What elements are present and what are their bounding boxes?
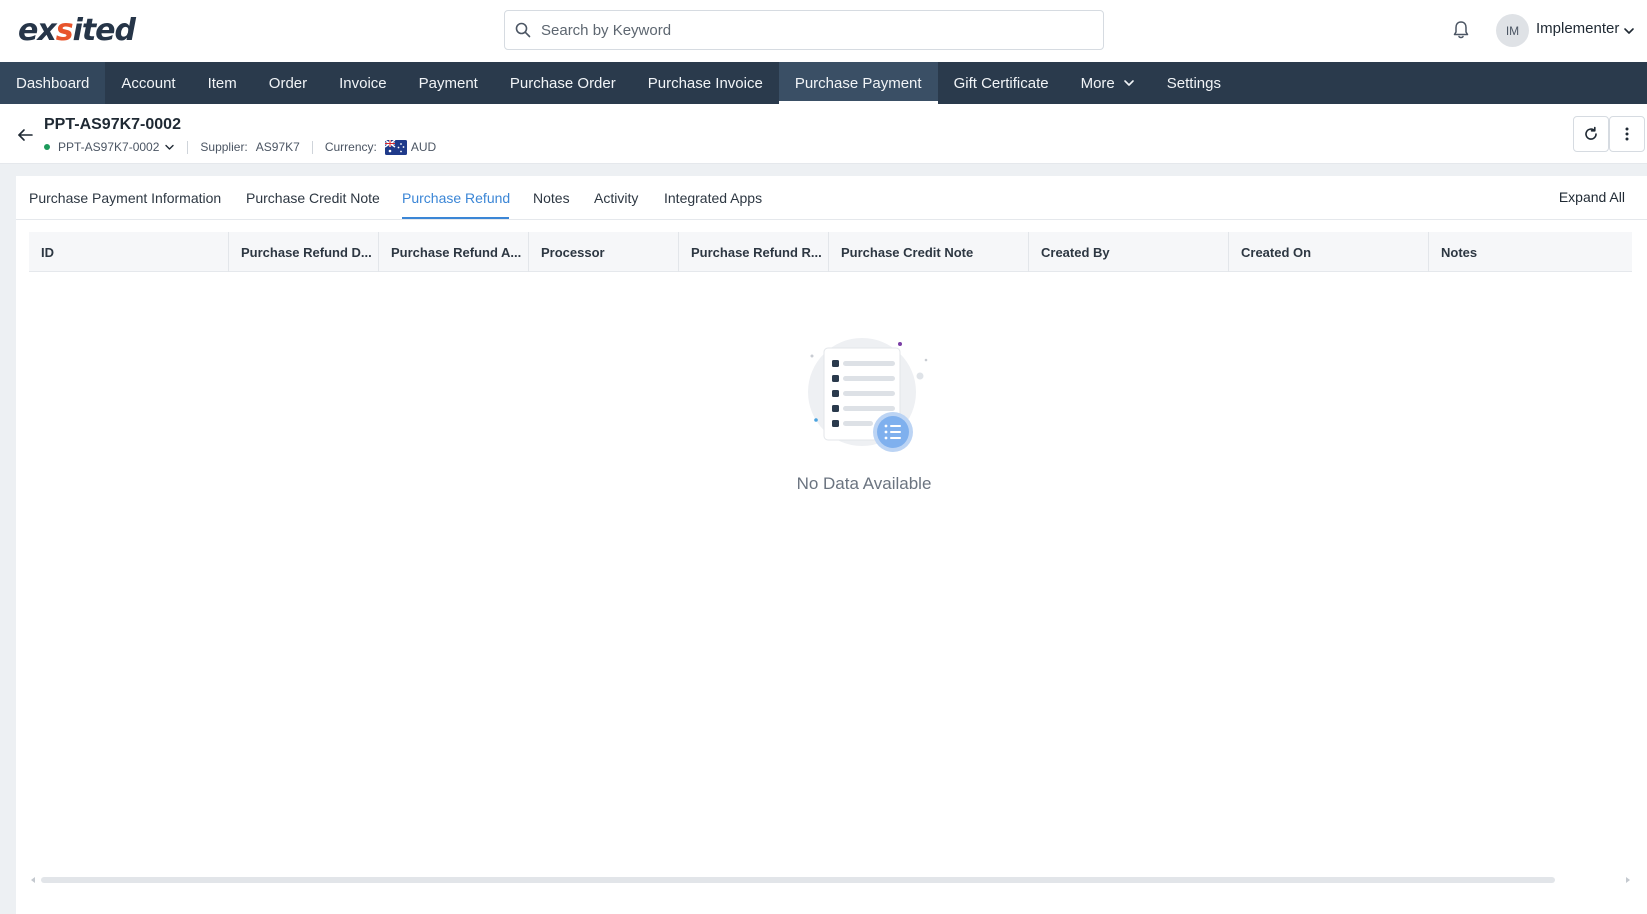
tab-notes[interactable]: Notes [533, 190, 570, 206]
nav-item-gift-certificate[interactable]: Gift Certificate [938, 62, 1065, 104]
user-avatar[interactable]: IM [1496, 14, 1529, 47]
record-meta: PPT-AS97K7-0002 Supplier: AS97K7 Currenc… [44, 138, 436, 156]
kebab-menu-icon [1625, 127, 1629, 141]
nav-item-label: Payment [418, 74, 478, 92]
nav-item-more[interactable]: More [1065, 62, 1151, 104]
nav-item-invoice[interactable]: Invoice [323, 62, 403, 104]
empty-state-message: No Data Available [796, 474, 932, 493]
record-tabs: Purchase Payment Information Purchase Cr… [16, 176, 1647, 220]
main-navigation: Dashboard Account Item Order Invoice Pay… [0, 62, 1647, 104]
scroll-left-arrow-icon[interactable] [29, 876, 37, 884]
status-dot [44, 144, 50, 150]
search-box[interactable] [504, 10, 1104, 50]
nav-item-dashboard[interactable]: Dashboard [0, 62, 106, 104]
more-options-button[interactable] [1609, 116, 1645, 152]
nav-item-item[interactable]: Item [192, 62, 253, 104]
empty-list-illustration-icon [808, 338, 928, 452]
search-icon [515, 22, 531, 38]
tab-integrated-apps[interactable]: Integrated Apps [664, 190, 762, 206]
column-header-purchase-credit-note[interactable]: Purchase Credit Note [829, 232, 1029, 272]
column-header-notes[interactable]: Notes [1429, 232, 1632, 272]
content-gutter [0, 164, 16, 914]
nav-item-label: Purchase Order [509, 74, 616, 92]
currency-label: Currency: [324, 140, 377, 154]
search-input[interactable] [541, 21, 1081, 39]
nav-item-label: Dashboard [16, 74, 90, 92]
tab-purchase-credit-note[interactable]: Purchase Credit Note [246, 190, 380, 206]
horizontal-scrollbar[interactable] [29, 874, 1632, 886]
nav-item-label: Item [207, 74, 237, 92]
currency-value: AUD [410, 140, 437, 154]
nav-item-label: Account [121, 74, 176, 92]
nav-item-payment[interactable]: Payment [403, 62, 494, 104]
refresh-button[interactable] [1573, 116, 1609, 152]
divider [187, 140, 189, 154]
back-arrow-icon[interactable] [16, 126, 34, 144]
tab-purchase-payment-information[interactable]: Purchase Payment Information [29, 190, 221, 206]
user-name[interactable]: Implementer [1536, 20, 1619, 37]
nav-item-settings[interactable]: Settings [1151, 62, 1237, 104]
nav-item-label: Invoice [339, 74, 387, 92]
chevron-down-icon[interactable] [164, 142, 175, 153]
column-header-processor[interactable]: Processor [529, 232, 679, 272]
tab-activity[interactable]: Activity [594, 190, 638, 206]
logo-text-part: ited [72, 12, 136, 48]
nav-item-order[interactable]: Order [253, 62, 323, 104]
nav-item-purchase-payment[interactable]: Purchase Payment [778, 62, 938, 104]
divider [311, 140, 313, 154]
nav-item-label: Purchase Invoice [647, 74, 763, 92]
column-header-refund-date[interactable]: Purchase Refund D... [229, 232, 379, 272]
column-header-created-on[interactable]: Created On [1229, 232, 1429, 272]
nav-item-account[interactable]: Account [105, 62, 191, 104]
column-header-refund-reference[interactable]: Purchase Refund R... [679, 232, 829, 272]
column-header-created-by[interactable]: Created By [1029, 232, 1229, 272]
nav-item-purchase-invoice[interactable]: Purchase Invoice [632, 62, 779, 104]
tab-purchase-refund[interactable]: Purchase Refund [402, 190, 510, 206]
notification-bell-icon[interactable] [1450, 19, 1472, 41]
page-title: PPT-AS97K7-0002 [44, 116, 181, 133]
australia-flag-icon [384, 139, 407, 155]
supplier-value: AS97K7 [255, 140, 300, 154]
logo-text-accent: s [55, 12, 74, 48]
nav-item-label: Order [268, 74, 308, 92]
top-header: exsited IM Implementer [0, 0, 1647, 62]
scroll-right-arrow-icon[interactable] [1624, 876, 1632, 884]
nav-item-label: Purchase Payment [794, 74, 922, 92]
expand-all-button[interactable]: Expand All [1559, 189, 1625, 205]
record-header: PPT-AS97K7-0002 PPT-AS97K7-0002 Supplier… [0, 104, 1647, 164]
table-header: ID Purchase Refund D... Purchase Refund … [29, 232, 1632, 272]
chevron-down-icon [1123, 80, 1134, 86]
refresh-icon [1585, 126, 1597, 140]
supplier-label: Supplier: [200, 140, 248, 154]
nav-item-label: Settings [1166, 74, 1221, 92]
scrollbar-thumb[interactable] [41, 877, 1555, 883]
column-header-refund-amount[interactable]: Purchase Refund A... [379, 232, 529, 272]
nav-item-label: More [1080, 74, 1115, 92]
logo-text-part: ex [18, 12, 57, 48]
nav-item-purchase-order[interactable]: Purchase Order [494, 62, 632, 104]
record-id-selector[interactable]: PPT-AS97K7-0002 [58, 140, 159, 154]
chevron-down-icon[interactable] [1622, 24, 1636, 38]
nav-item-label: Gift Certificate [953, 74, 1049, 92]
active-tab-indicator [402, 217, 509, 219]
exsited-logo[interactable]: ex s ited [18, 10, 136, 50]
content-gap [16, 164, 1647, 176]
column-header-id[interactable]: ID [29, 232, 229, 272]
